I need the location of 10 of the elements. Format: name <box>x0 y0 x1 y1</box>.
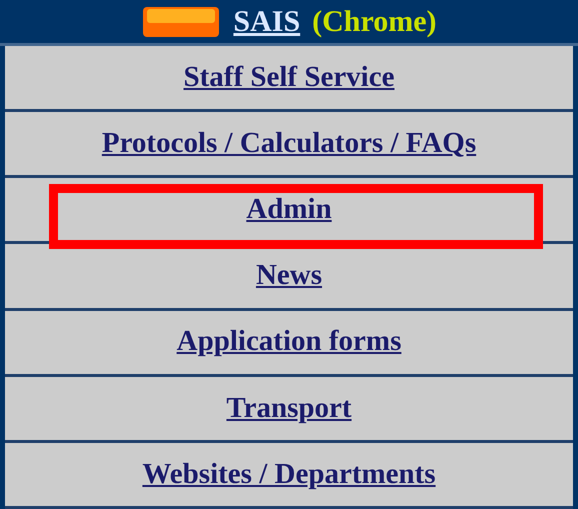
sais-link[interactable]: SAIS <box>233 0 300 44</box>
menu-link[interactable]: Transport <box>226 386 352 430</box>
browser-note: (Chrome) <box>312 4 437 40</box>
menu-link[interactable]: Websites / Departments <box>142 452 436 496</box>
menu-link[interactable]: Protocols / Calculators / FAQs <box>102 122 476 166</box>
menu-link[interactable]: Application forms <box>176 320 402 364</box>
menu-link[interactable]: News <box>256 254 322 298</box>
menu-link[interactable]: Staff Self Service <box>184 56 394 100</box>
new-badge-icon <box>141 4 222 38</box>
menu-link[interactable]: Admin <box>246 188 332 232</box>
